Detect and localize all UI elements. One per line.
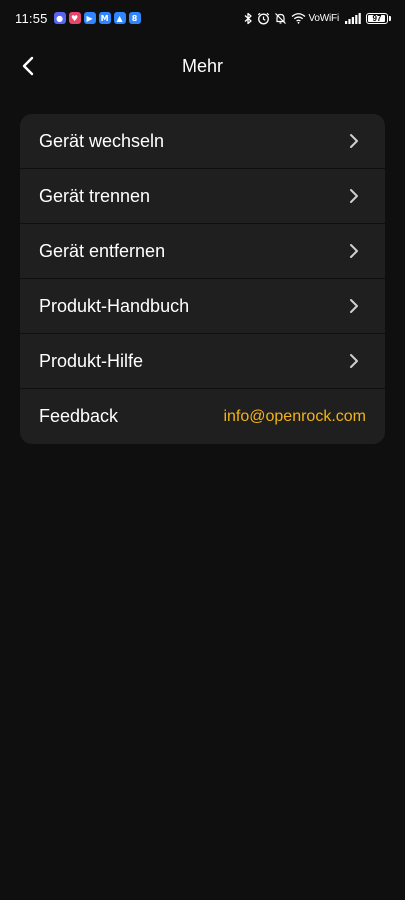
menu-item-switch-device[interactable]: Gerät wechseln [20, 114, 385, 169]
gmail-icon: M [98, 12, 111, 24]
menu-item-label: Produkt-Handbuch [39, 295, 190, 316]
header: Mehr [0, 44, 405, 88]
menu-item-label: Gerät entfernen [39, 240, 166, 261]
menu-item-label: Gerät trennen [39, 185, 151, 206]
status-time: 11:55 [15, 10, 48, 26]
chevron-right-icon [347, 243, 361, 259]
status-right: VoWiFi 97 [239, 12, 391, 25]
alarm-icon [257, 12, 270, 25]
feedback-email-link[interactable]: info@openrock.com [223, 408, 366, 426]
battery-icon: 97 [366, 12, 391, 24]
wifi-icon [291, 12, 306, 24]
youtube-icon: ▶ [83, 12, 96, 24]
page-title: Mehr [181, 55, 223, 76]
signal-icon [345, 12, 361, 24]
status-left: 11:55 ● ♥ ▶ M ▲ 8 [15, 11, 144, 26]
drive-icon: ▲ [113, 12, 126, 24]
menu-item-feedback: Feedback info@openrock.com [20, 389, 385, 444]
chevron-right-icon [347, 133, 361, 149]
menu-item-remove-device[interactable]: Gerät entfernen [20, 224, 385, 279]
menu-item-product-help[interactable]: Produkt-Hilfe [20, 334, 385, 389]
feedback-label: Feedback [39, 406, 119, 426]
chevron-left-icon [22, 56, 34, 76]
network-label: VoWiFi [308, 12, 340, 24]
app-8-icon: 8 [128, 12, 141, 24]
menu-item-label: Produkt-Hilfe [39, 350, 144, 371]
chevron-right-icon [347, 188, 361, 204]
battery-level: 97 [372, 13, 382, 23]
discord-icon: ● [53, 12, 66, 24]
status-bar: 11:55 ● ♥ ▶ M ▲ 8 VoWiFi 97 [0, 0, 405, 36]
chevron-right-icon [347, 353, 361, 369]
mute-bell-icon [274, 12, 287, 25]
menu-item-product-manual[interactable]: Produkt-Handbuch [20, 279, 385, 334]
back-button[interactable] [12, 50, 44, 82]
chevron-right-icon [347, 298, 361, 314]
menu-item-label: Gerät wechseln [39, 130, 165, 151]
menu-item-disconnect-device[interactable]: Gerät trennen [20, 169, 385, 224]
menu-card: Gerät wechseln Gerät trennen Gerät entfe… [20, 114, 385, 444]
heart-app-icon: ♥ [68, 12, 81, 24]
bluetooth-icon [243, 12, 253, 25]
